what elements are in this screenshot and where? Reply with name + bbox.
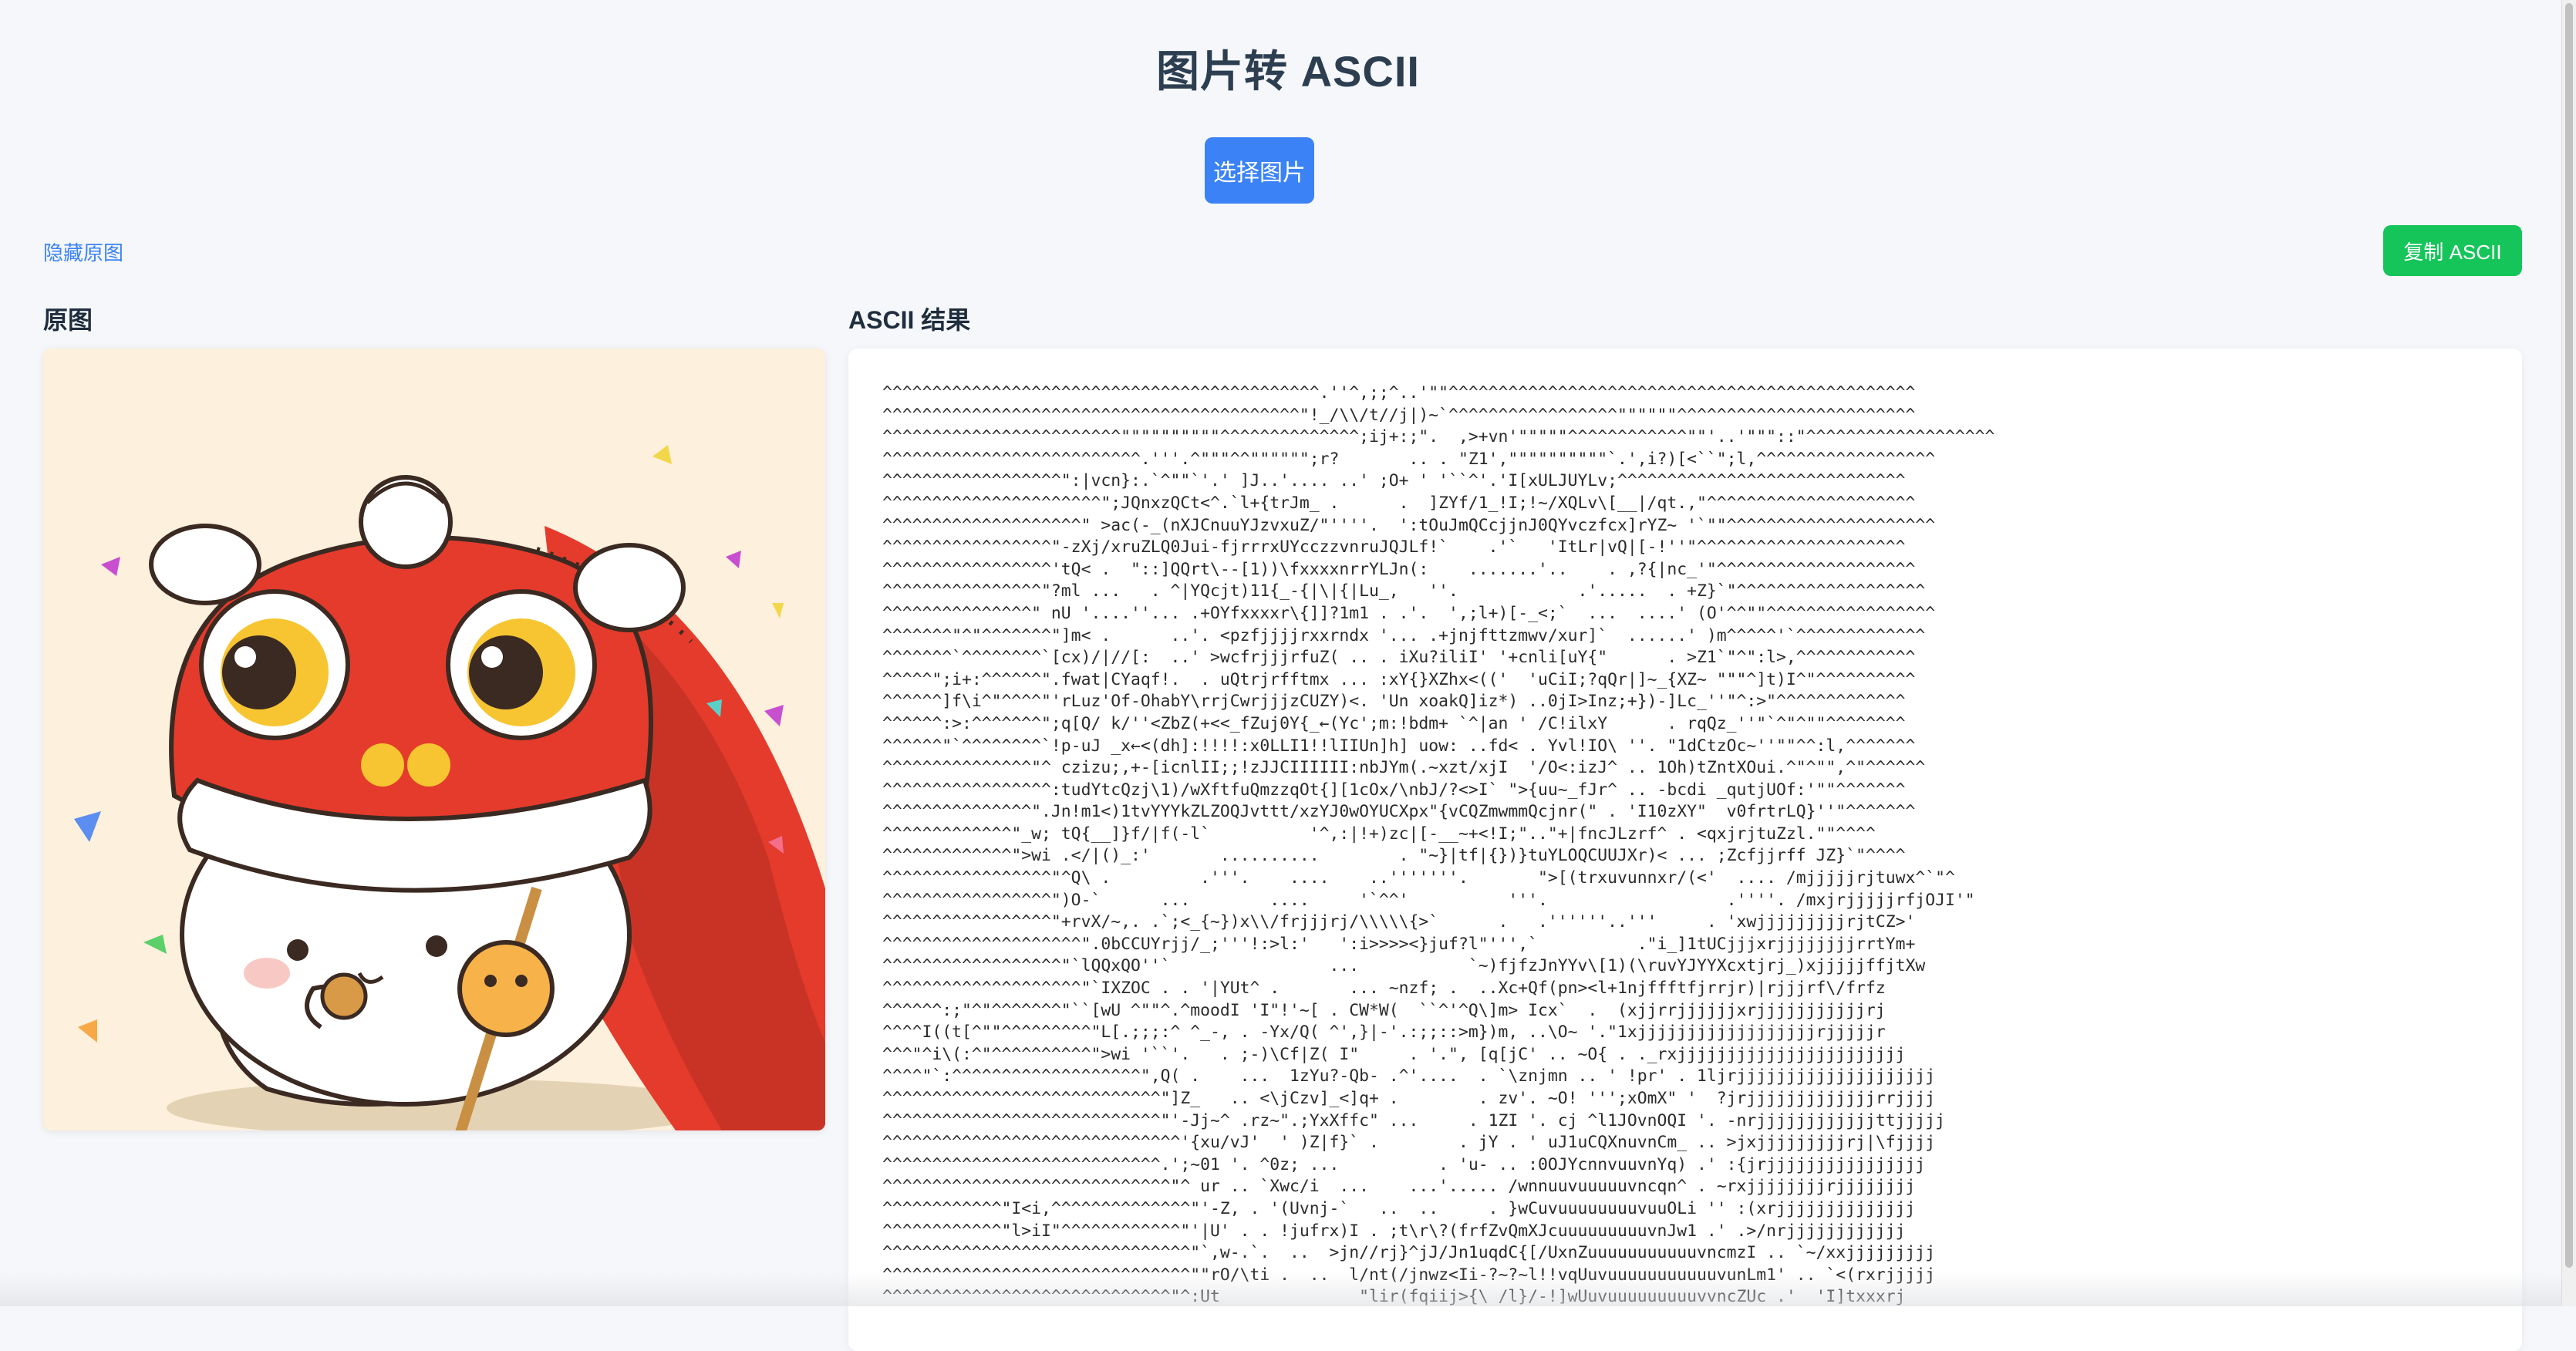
copy-ascii-button[interactable]: 复制 ASCII <box>2383 225 2522 276</box>
scrollbar-thumb[interactable] <box>2565 3 2573 1268</box>
ascii-result-panel[interactable]: ^^^^^^^^^^^^^^^^^^^^^^^^^^^^^^^^^^^^^^^^… <box>848 349 2522 1351</box>
hide-original-link[interactable]: 隐藏原图 <box>43 238 123 266</box>
page-scrollbar[interactable] <box>2561 0 2576 1306</box>
window-bottom-shadow <box>0 1272 2576 1306</box>
original-image <box>43 349 825 1130</box>
select-image-button[interactable]: 选择图片 <box>1205 137 1314 204</box>
original-heading: 原图 <box>43 306 93 334</box>
ascii-heading: ASCII 结果 <box>848 306 971 334</box>
original-image-panel <box>43 349 825 1130</box>
page-title: 图片转 ASCII <box>1156 47 1420 96</box>
ascii-text[interactable]: ^^^^^^^^^^^^^^^^^^^^^^^^^^^^^^^^^^^^^^^^… <box>848 349 2522 1309</box>
